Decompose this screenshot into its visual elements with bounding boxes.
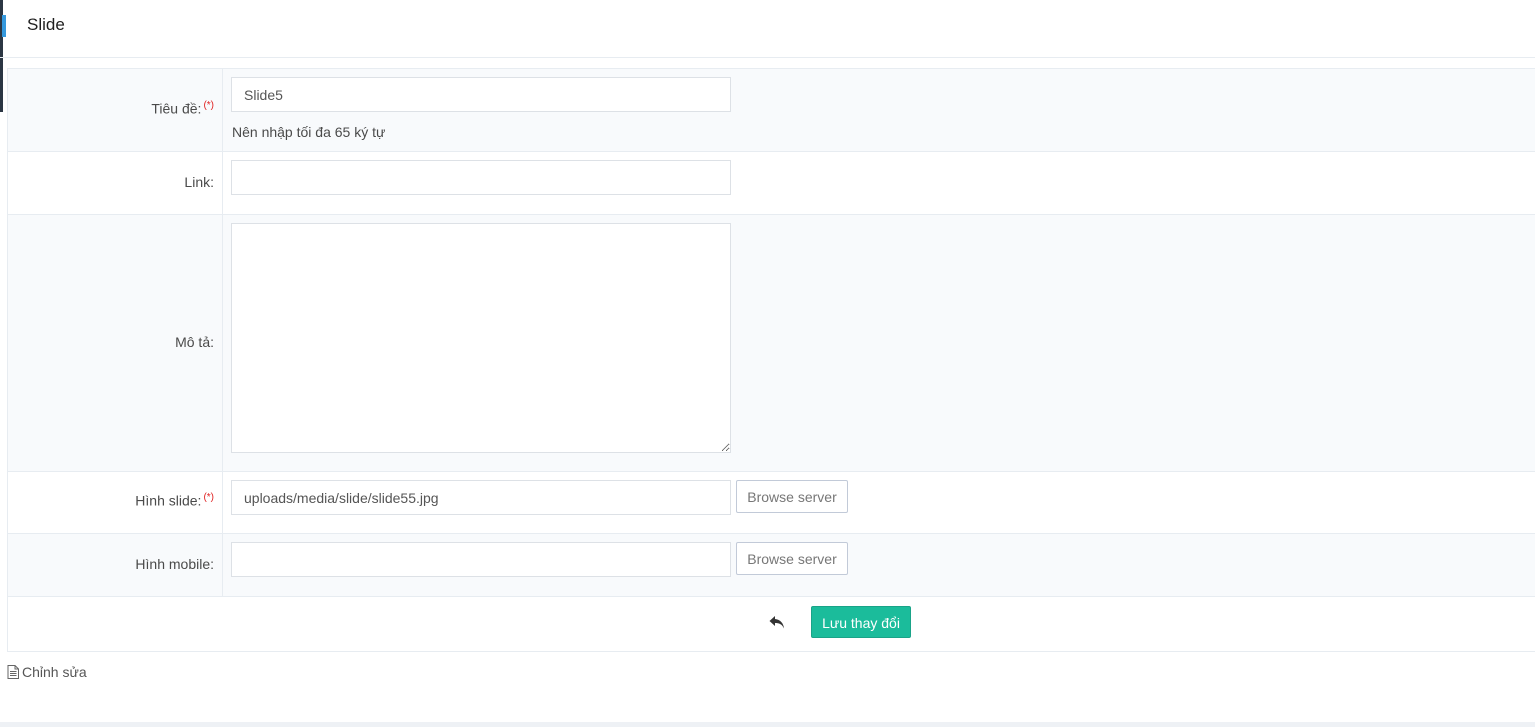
slide-image-label-text: Hình slide:: [135, 492, 202, 509]
save-changes-button[interactable]: Lưu thay đổi: [811, 606, 911, 638]
document-icon: [7, 665, 19, 679]
form-row-title: Tiêu đề:(*) Nên nhập tối đa 65 ký tự: [8, 69, 1535, 152]
label-cell: Hình mobile:: [8, 534, 223, 596]
footer-label: Chỉnh sửa: [22, 664, 87, 680]
footer-edit-note: Chỉnh sửa: [7, 664, 87, 680]
description-textarea[interactable]: [231, 223, 731, 453]
mobile-image-input[interactable]: [231, 542, 731, 577]
required-mark: (*): [203, 492, 214, 503]
mobile-image-label: Hình mobile:: [135, 556, 214, 572]
label-cell: Hình slide: (*): [8, 472, 223, 533]
form-actions: Lưu thay đổi: [8, 597, 1535, 652]
edit-slide-panel: Slide Tiêu đề:(*) Nên nhập tối đa 65 ký …: [0, 0, 1535, 722]
form-row-slide-image: Hình slide:(*) Browse server: [8, 472, 1535, 534]
form-row-mobile-image: Hình mobile: Browse server: [8, 534, 1535, 597]
label-cell: Link:: [8, 152, 223, 214]
title-label-text: Tiêu đề:: [151, 100, 202, 117]
slide-image-browse-button[interactable]: Browse server: [736, 480, 848, 513]
header-accent-bar: [2, 15, 6, 37]
slide-form: Tiêu đề:(*) Nên nhập tối đa 65 ký tự Lin…: [7, 68, 1535, 652]
form-row-description: Mô tả:: [8, 215, 1535, 472]
form-row-link: Link:: [8, 152, 1535, 215]
required-mark: (*): [203, 100, 214, 111]
description-label: Mô tả:: [175, 334, 214, 350]
slide-image-input[interactable]: [231, 480, 731, 515]
panel-title: Slide: [27, 15, 65, 34]
title-label: Tiêu đề: (*): [151, 100, 214, 117]
label-cell: Mô tả:: [8, 215, 223, 471]
title-help-text: Nên nhập tối đa 65 ký tự: [232, 124, 386, 140]
mobile-image-browse-button[interactable]: Browse server: [736, 542, 848, 575]
label-cell: Tiêu đề: (*): [8, 69, 223, 151]
panel-header: Slide: [0, 0, 1535, 58]
slide-image-label: Hình slide: (*): [135, 492, 214, 509]
link-input[interactable]: [231, 160, 731, 195]
link-label: Link:: [184, 174, 214, 190]
title-input[interactable]: [231, 77, 731, 112]
reply-arrow-icon[interactable]: [768, 613, 786, 631]
